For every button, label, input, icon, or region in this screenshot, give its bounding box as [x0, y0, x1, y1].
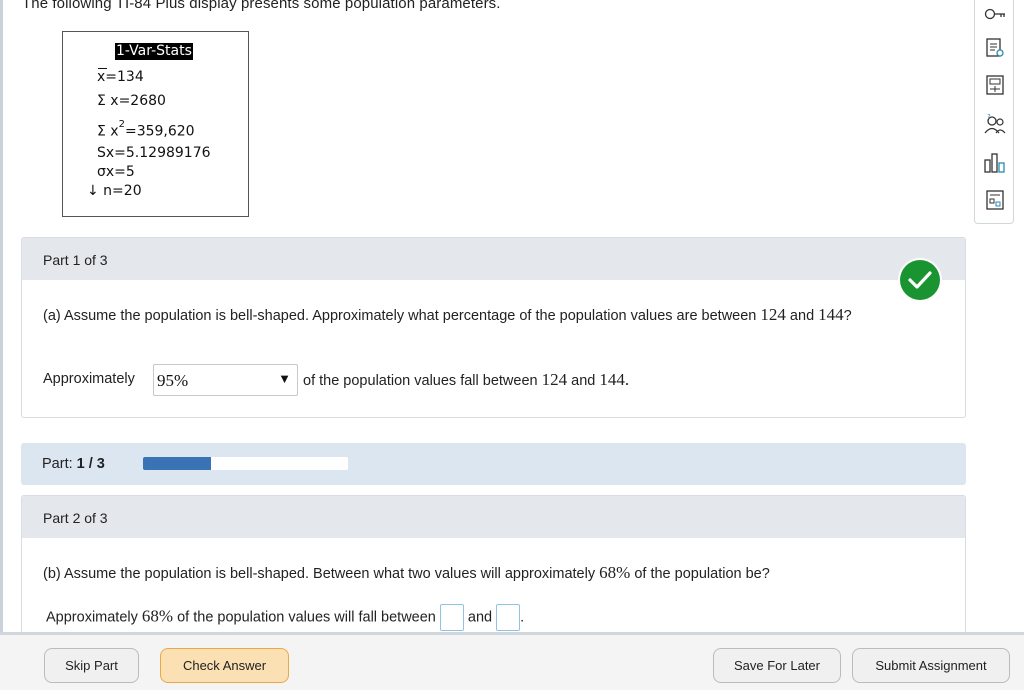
part-2-header: Part 2 of 3 — [22, 496, 965, 538]
progress-bar — [143, 457, 348, 470]
upper-value-input[interactable] — [496, 604, 521, 631]
correct-check-icon — [898, 258, 942, 302]
submit-assignment-button[interactable]: Submit Assignment — [852, 648, 1010, 683]
intro-text: The following TI-84 Plus display present… — [22, 0, 501, 12]
part-progress: Part: 1 / 3 — [21, 443, 966, 485]
reading-icon[interactable] — [983, 36, 1007, 60]
check-answer-button[interactable]: Check Answer — [160, 648, 289, 683]
part-2-card: Part 2 of 3 (b) Assume the population is… — [21, 495, 966, 655]
calc-line-mean: x=134 — [97, 69, 144, 85]
save-for-later-button[interactable]: Save For Later — [713, 648, 841, 683]
worksheet-icon[interactable] — [983, 188, 1007, 212]
calc-line-sum: Σ x=2680 — [97, 93, 166, 109]
calc-line-sigma: σx=5 — [97, 164, 135, 180]
percentage-dropdown[interactable]: 95% ▼ — [153, 364, 298, 396]
part-2-question: (b) Assume the population is bell-shaped… — [43, 563, 770, 582]
key-icon[interactable] — [983, 2, 1007, 26]
bottom-toolbar: Skip Part Check Answer Save For Later Su… — [0, 632, 1024, 690]
calculator-icon[interactable] — [983, 73, 1007, 97]
dropdown-value: 95% — [157, 371, 189, 390]
left-border — [0, 0, 3, 690]
help-people-icon[interactable]: ? — [983, 111, 1007, 135]
calc-line-n: ↓ n=20 — [87, 183, 142, 199]
part-1-card: Part 1 of 3 (a) Assume the population is… — [21, 237, 966, 418]
calculator-header: 1-Var-Stats — [115, 43, 193, 60]
calc-line-sx: Sx=5.12989176 — [97, 145, 211, 161]
progress-label: Part: 1 / 3 — [42, 456, 105, 472]
part-1-header: Part 1 of 3 — [22, 238, 965, 280]
tools-sidebar: ? — [974, 0, 1014, 224]
calc-line-sumsq: Σ x2=359,620 — [97, 119, 195, 140]
part-2-answer-line: Approximately 68% of the population valu… — [46, 604, 524, 631]
part-1-answer-post: of the population values fall between 12… — [303, 370, 630, 389]
calculator-display: 1-Var-Stats x=134 Σ x=2680 Σ x2=359,620 … — [62, 31, 249, 217]
part-1-answer-pre: Approximately — [43, 371, 135, 387]
progress-fill — [143, 457, 211, 470]
lower-value-input[interactable] — [439, 604, 464, 631]
dropdown-arrow-icon: ▼ — [278, 371, 291, 386]
part-1-question: (a) Assume the population is bell-shaped… — [43, 305, 852, 324]
chart-icon[interactable] — [983, 151, 1007, 175]
skip-part-button[interactable]: Skip Part — [44, 648, 139, 683]
svg-text:?: ? — [987, 113, 991, 121]
